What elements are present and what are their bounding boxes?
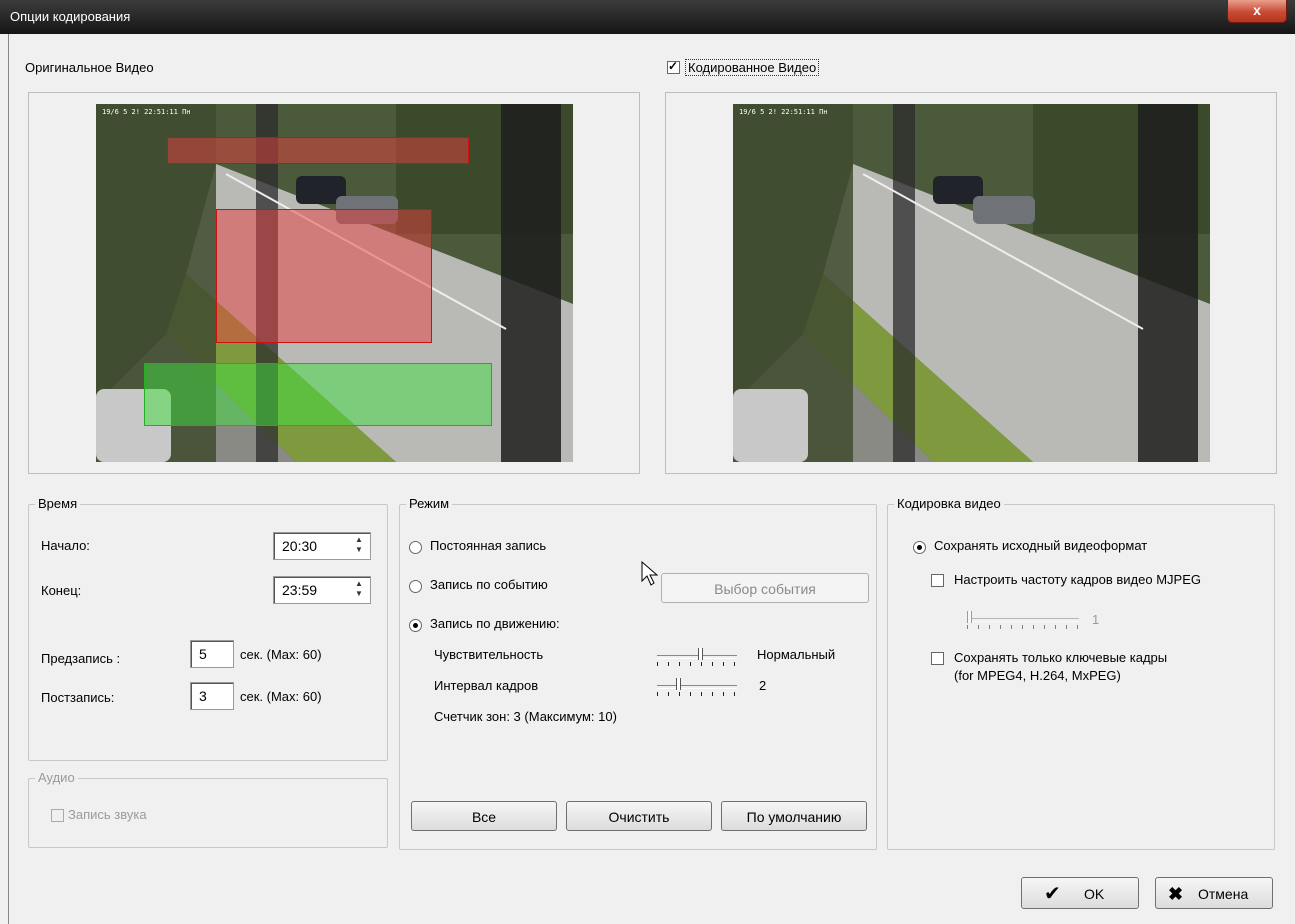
window-title: Опции кодирования xyxy=(10,9,131,24)
frame-interval-slider[interactable] xyxy=(657,678,737,696)
cross-icon: ✖ xyxy=(1168,884,1184,904)
mjpeg-framerate-label: Настроить частоту кадров видео MJPEG xyxy=(954,572,1201,587)
start-time-spinner[interactable]: ▲ ▼ xyxy=(350,535,368,555)
encoded-video-frame: 19/6 5 2! 22:51:11 Пн xyxy=(733,104,1210,462)
encoded-video-label[interactable]: Кодированное Видео xyxy=(685,59,820,76)
constant-record-radio[interactable] xyxy=(409,541,422,554)
default-button[interactable]: По умолчанию xyxy=(721,801,867,831)
audio-legend: Аудио xyxy=(35,770,78,785)
event-record-label: Запись по событию xyxy=(430,577,548,592)
keep-format-label: Сохранять исходный видеоформат xyxy=(934,538,1148,553)
video-timestamp: 19/6 5 2! 22:51:11 Пн xyxy=(102,108,191,116)
select-all-button[interactable]: Все xyxy=(411,801,557,831)
record-audio-label: Запись звука xyxy=(68,807,147,822)
event-record-radio[interactable] xyxy=(409,580,422,593)
motion-zone-3[interactable] xyxy=(144,363,492,426)
prerecord-label: Предзапись : xyxy=(41,651,121,666)
original-video-label: Оригинальное Видео xyxy=(25,60,154,75)
clear-button[interactable]: Очистить xyxy=(566,801,712,831)
postrecord-value: 3 xyxy=(199,688,207,704)
motion-zone-2[interactable] xyxy=(216,209,432,343)
sensitivity-slider-thumb[interactable] xyxy=(698,648,703,660)
time-legend: Время xyxy=(35,496,81,511)
original-video-frame[interactable]: 19/6 5 2! 22:51:11 Пн xyxy=(96,104,573,462)
ok-label: OK xyxy=(1084,886,1105,902)
keyframes-only-label: Сохранять только ключевые кадры xyxy=(954,650,1168,665)
start-label: Начало: xyxy=(41,538,90,553)
original-video-panel: 19/6 5 2! 22:51:11 Пн xyxy=(28,92,640,474)
encoded-camera-image: 19/6 5 2! 22:51:11 Пн xyxy=(733,104,1210,462)
encoded-video-checkbox[interactable] xyxy=(667,59,680,74)
end-time-value: 23:59 xyxy=(282,582,318,598)
cancel-label: Отмена xyxy=(1198,886,1249,902)
mouse-cursor-icon xyxy=(641,561,659,586)
end-time-spinner[interactable]: ▲ ▼ xyxy=(350,579,368,599)
encoded-video-panel: 19/6 5 2! 22:51:11 Пн xyxy=(665,92,1277,474)
frame-interval-label: Интервал кадров xyxy=(434,678,539,693)
mjpeg-framerate-checkbox[interactable] xyxy=(931,574,944,587)
zone-counter: Счетчик зон: 3 (Максимум: 10) xyxy=(434,709,617,724)
postrecord-label: Постзапись: xyxy=(41,690,115,705)
keyframes-note: (for MPEG4, H.264, MxPEG) xyxy=(954,668,1121,683)
select-event-button[interactable]: Выбор события xyxy=(661,573,869,603)
sensitivity-value: Нормальный xyxy=(757,647,836,662)
constant-record-label: Постоянная запись xyxy=(430,538,547,553)
encoded-video-timestamp: 19/6 5 2! 22:51:11 Пн xyxy=(739,108,828,116)
keep-format-radio[interactable] xyxy=(913,541,926,554)
end-time-input[interactable]: 23:59 ▲ ▼ xyxy=(273,576,371,604)
dialog-body: Оригинальное Видео 19/6 5 2! 22:51:11 Пн… xyxy=(8,34,1288,924)
prerecord-input[interactable]: 5 xyxy=(190,640,234,668)
postrecord-unit: сек. (Max: 60) xyxy=(240,689,322,704)
video-encoding-legend: Кодировка видео xyxy=(894,496,1004,511)
checkmark-icon: ✔ xyxy=(1044,883,1061,905)
ok-button[interactable]: ✔ OK xyxy=(1021,877,1139,909)
sensitivity-slider[interactable] xyxy=(657,648,737,666)
mode-group: Режим xyxy=(399,496,877,850)
frame-interval-value: 2 xyxy=(759,678,767,693)
motion-record-label: Запись по движению: xyxy=(430,616,560,631)
start-time-input[interactable]: 20:30 ▲ ▼ xyxy=(273,532,371,560)
record-audio-checkbox[interactable] xyxy=(51,809,64,822)
dialog-window: Опции кодирования x Оригинальное Видео 1… xyxy=(0,0,1295,924)
title-bar[interactable]: Опции кодирования x xyxy=(0,0,1295,34)
cancel-button[interactable]: ✖ Отмена xyxy=(1155,877,1273,909)
motion-zone-1[interactable] xyxy=(167,137,469,164)
frame-interval-slider-thumb[interactable] xyxy=(676,678,681,690)
close-button[interactable]: x xyxy=(1227,0,1287,23)
sensitivity-label: Чувствительность xyxy=(434,647,544,662)
prerecord-value: 5 xyxy=(199,646,207,662)
prerecord-unit: сек. (Max: 60) xyxy=(240,647,322,662)
mjpeg-framerate-slider[interactable] xyxy=(967,611,1079,629)
mjpeg-framerate-slider-thumb[interactable] xyxy=(967,611,972,623)
end-label: Конец: xyxy=(41,583,82,598)
mode-legend: Режим xyxy=(406,496,453,511)
motion-record-radio[interactable] xyxy=(409,619,422,632)
keyframes-only-checkbox[interactable] xyxy=(931,652,944,665)
postrecord-input[interactable]: 3 xyxy=(190,682,234,710)
mjpeg-framerate-value: 1 xyxy=(1092,612,1100,627)
start-time-value: 20:30 xyxy=(282,538,318,554)
